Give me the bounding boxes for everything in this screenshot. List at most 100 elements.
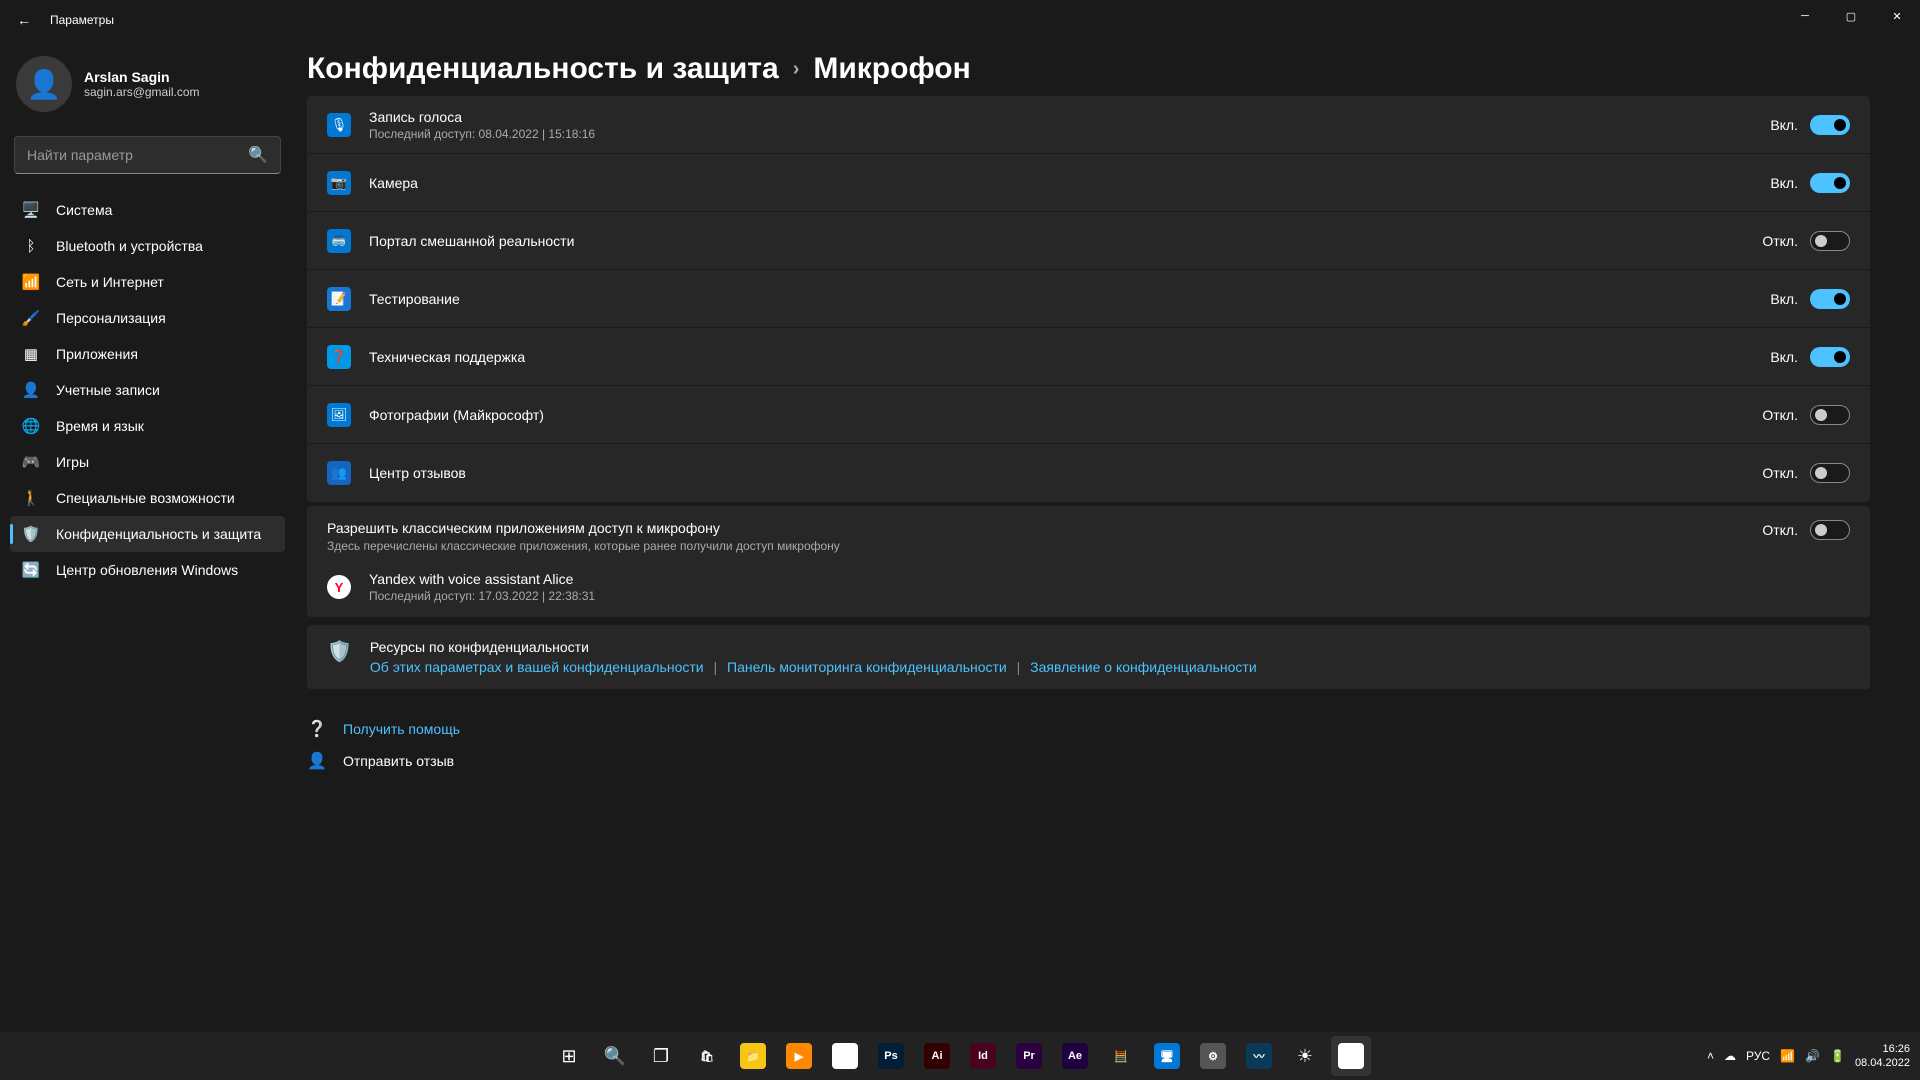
sidebar-item[interactable]: 🔄 Центр обновления Windows: [10, 552, 285, 588]
taskbar-icon: 📁: [740, 1043, 766, 1069]
taskbar-app-yandex[interactable]: Y: [825, 1036, 865, 1076]
app-toggle[interactable]: [1810, 405, 1850, 425]
toggle-label: Откл.: [1762, 465, 1798, 481]
taskbar-icon: ⊞: [556, 1043, 582, 1069]
app-row: 📷 Камера Вкл.: [307, 154, 1870, 212]
taskbar-icon: Ae: [1062, 1043, 1088, 1069]
app-row: ❓ Техническая поддержка Вкл.: [307, 328, 1870, 386]
sidebar-item[interactable]: 🛡️Конфиденциальность и защита: [10, 516, 285, 552]
resource-link-dashboard[interactable]: Панель мониторинга конфиденциальности: [727, 659, 1007, 675]
sidebar-item[interactable]: 📶Сеть и Интернет: [10, 264, 285, 300]
sidebar-item[interactable]: 🖥️ Система: [10, 192, 285, 228]
taskbar-app-taskview[interactable]: ❐: [641, 1036, 681, 1076]
taskbar-app-sun[interactable]: ☀: [1285, 1036, 1325, 1076]
taskbar-icon: Pr: [1016, 1043, 1042, 1069]
app-name: Портал смешанной реальности: [369, 233, 1762, 249]
nav-icon: 🔄: [22, 561, 40, 579]
taskbar-app-snip[interactable]: ✂: [1331, 1036, 1371, 1076]
sidebar-item[interactable]: 🖌️Персонализация: [10, 300, 285, 336]
app-icon: 🥽: [327, 229, 351, 253]
app-name: Камера: [369, 175, 1770, 191]
tray-cloud-icon[interactable]: ☁: [1724, 1049, 1736, 1063]
nav-icon: 🖥️: [22, 201, 40, 219]
sidebar-item[interactable]: ▦Приложения: [10, 336, 285, 372]
app-toggle[interactable]: [1810, 463, 1850, 483]
classic-apps-subtitle: Здесь перечислены классические приложени…: [327, 539, 1762, 553]
shield-icon: 🛡️: [327, 639, 352, 664]
nav-icon: ▦: [22, 345, 40, 363]
sidebar-item[interactable]: 🚶 Специальные возможности: [10, 480, 285, 516]
resource-link-statement[interactable]: Заявление о конфиденциальности: [1030, 659, 1256, 675]
volume-icon[interactable]: 🔊: [1805, 1049, 1820, 1063]
taskbar-app-ae[interactable]: Ae: [1055, 1036, 1095, 1076]
app-toggle[interactable]: [1810, 173, 1850, 193]
taskbar-app-app1[interactable]: 🖥: [1147, 1036, 1187, 1076]
sidebar-item[interactable]: ᛒBluetooth и устройства: [10, 228, 285, 264]
get-help-link[interactable]: ❔ Получить помощь: [307, 719, 1870, 739]
taskbar-icon: ▶: [786, 1043, 812, 1069]
app-icon: 👥: [327, 461, 351, 485]
toggle-label: Вкл.: [1770, 175, 1798, 191]
taskbar-clock[interactable]: 16:26 08.04.2022: [1855, 1042, 1910, 1071]
tray-chevron-icon[interactable]: ˄: [1707, 1049, 1714, 1063]
breadcrumb-parent[interactable]: Конфиденциальность и защита: [307, 52, 779, 86]
battery-icon[interactable]: 🔋: [1830, 1049, 1845, 1063]
taskbar-app-calc[interactable]: 🧮: [1101, 1036, 1141, 1076]
taskbar-app-settings[interactable]: ⚙: [1193, 1036, 1233, 1076]
search-box[interactable]: 🔍: [14, 136, 281, 174]
taskbar-app-explorer[interactable]: 📁: [733, 1036, 773, 1076]
taskbar-app-store[interactable]: 🛍: [687, 1036, 727, 1076]
toggle-label: Вкл.: [1770, 349, 1798, 365]
app-row: 📝 Тестирование Вкл.: [307, 270, 1870, 328]
classic-apps-toggle[interactable]: [1810, 520, 1850, 540]
nav-label: Специальные возможности: [56, 490, 235, 506]
taskbar-app-player[interactable]: ▶: [779, 1036, 819, 1076]
taskbar-icon: 〰: [1246, 1043, 1272, 1069]
app-name: Техническая поддержка: [369, 349, 1770, 365]
language-indicator[interactable]: РУС: [1746, 1049, 1770, 1063]
app-row: 🥽 Портал смешанной реальности Откл.: [307, 212, 1870, 270]
breadcrumb: Конфиденциальность и защита › Микрофон: [307, 52, 1870, 86]
taskbar-app-pr[interactable]: Pr: [1009, 1036, 1049, 1076]
minimize-button[interactable]: ─: [1782, 0, 1828, 32]
nav-label: Центр обновления Windows: [56, 562, 238, 578]
user-profile[interactable]: 👤 Arslan Sagin sagin.ars@gmail.com: [10, 52, 285, 132]
nav-icon: 🚶: [22, 489, 40, 507]
maximize-button[interactable]: ▢: [1828, 0, 1874, 32]
taskbar-app-id[interactable]: Id: [963, 1036, 1003, 1076]
privacy-resources: 🛡️ Ресурсы по конфиденциальности Об этих…: [307, 625, 1870, 689]
classic-app-sub: Последний доступ: 17.03.2022 | 22:38:31: [369, 589, 1850, 603]
sidebar-item[interactable]: 👤Учетные записи: [10, 372, 285, 408]
nav-label: Учетные записи: [56, 382, 160, 398]
taskbar-app-search[interactable]: 🔍: [595, 1036, 635, 1076]
taskbar-app-ps[interactable]: Ps: [871, 1036, 911, 1076]
resource-link-about[interactable]: Об этих параметрах и вашей конфиденциаль…: [370, 659, 704, 675]
search-input[interactable]: [27, 147, 248, 163]
taskbar-app-audio[interactable]: 〰: [1239, 1036, 1279, 1076]
back-button[interactable]: ←: [8, 4, 40, 36]
nav-label: Конфиденциальность и защита: [56, 526, 261, 542]
toggle-label: Вкл.: [1770, 117, 1798, 133]
app-toggle[interactable]: [1810, 289, 1850, 309]
close-button[interactable]: ✕: [1874, 0, 1920, 32]
nav-icon: 🌐: [22, 417, 40, 435]
app-row: 👥 Центр отзывов Откл.: [307, 444, 1870, 502]
taskbar-app-start[interactable]: ⊞: [549, 1036, 589, 1076]
app-icon: 🎙: [327, 113, 351, 137]
taskbar-icon: Id: [970, 1043, 996, 1069]
app-toggle[interactable]: [1810, 115, 1850, 135]
help-icon: ❔: [307, 719, 325, 739]
feedback-link[interactable]: 👤 Отправить отзыв: [307, 751, 1870, 771]
nav-label: Игры: [56, 454, 89, 470]
app-toggle[interactable]: [1810, 231, 1850, 251]
feedback-icon: 👤: [307, 751, 325, 771]
wifi-icon[interactable]: 📶: [1780, 1049, 1795, 1063]
sidebar-item[interactable]: 🌐Время и язык: [10, 408, 285, 444]
taskbar-app-ai[interactable]: Ai: [917, 1036, 957, 1076]
app-toggle[interactable]: [1810, 347, 1850, 367]
taskbar-icon: 🛍: [694, 1043, 720, 1069]
nav-label: Система: [56, 202, 112, 218]
app-name: Тестирование: [369, 291, 1770, 307]
nav-icon: 📶: [22, 273, 40, 291]
sidebar-item[interactable]: 🎮Игры: [10, 444, 285, 480]
